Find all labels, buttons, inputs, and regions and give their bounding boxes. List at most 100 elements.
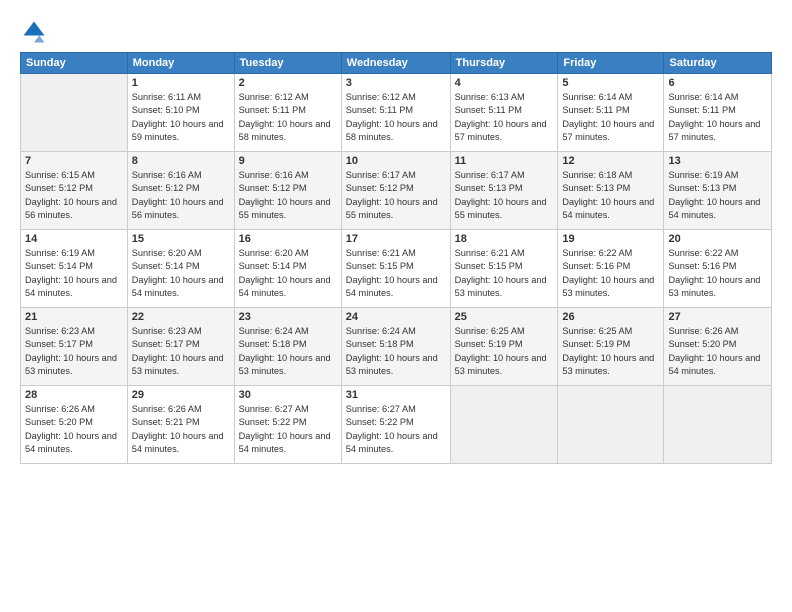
day-info: Sunrise: 6:23 AMSunset: 5:17 PMDaylight:… (132, 325, 230, 378)
calendar-cell: 20 Sunrise: 6:22 AMSunset: 5:16 PMDayligh… (664, 230, 772, 308)
day-info: Sunrise: 6:11 AMSunset: 5:10 PMDaylight:… (132, 91, 230, 144)
calendar-cell: 16 Sunrise: 6:20 AMSunset: 5:14 PMDayligh… (234, 230, 341, 308)
day-number: 14 (25, 233, 123, 245)
day-info: Sunrise: 6:24 AMSunset: 5:18 PMDaylight:… (239, 325, 337, 378)
day-info: Sunrise: 6:23 AMSunset: 5:17 PMDaylight:… (25, 325, 123, 378)
day-info: Sunrise: 6:27 AMSunset: 5:22 PMDaylight:… (239, 403, 337, 456)
logo (20, 18, 52, 46)
calendar-page: SundayMondayTuesdayWednesdayThursdayFrid… (0, 0, 792, 612)
calendar-cell: 30 Sunrise: 6:27 AMSunset: 5:22 PMDayligh… (234, 386, 341, 464)
header (20, 18, 772, 46)
day-info: Sunrise: 6:20 AMSunset: 5:14 PMDaylight:… (132, 247, 230, 300)
day-info: Sunrise: 6:14 AMSunset: 5:11 PMDaylight:… (668, 91, 767, 144)
day-info: Sunrise: 6:19 AMSunset: 5:13 PMDaylight:… (668, 169, 767, 222)
day-number: 7 (25, 155, 123, 167)
calendar-cell: 3 Sunrise: 6:12 AMSunset: 5:11 PMDaylight… (341, 74, 450, 152)
day-number: 8 (132, 155, 230, 167)
day-info: Sunrise: 6:20 AMSunset: 5:14 PMDaylight:… (239, 247, 337, 300)
calendar-cell: 21Sunrise: 6:23 AMSunset: 5:17 PMDayligh… (21, 308, 128, 386)
day-number: 27 (668, 311, 767, 323)
calendar-cell: 5 Sunrise: 6:14 AMSunset: 5:11 PMDaylight… (558, 74, 664, 152)
calendar-cell: 25Sunrise: 6:25 AMSunset: 5:19 PMDayligh… (450, 308, 558, 386)
calendar-cell (558, 386, 664, 464)
calendar-cell: 29 Sunrise: 6:26 AMSunset: 5:21 PMDayligh… (127, 386, 234, 464)
day-header-tuesday: Tuesday (234, 53, 341, 74)
week-row-1: 1 Sunrise: 6:11 AMSunset: 5:10 PMDaylight… (21, 74, 772, 152)
day-info: Sunrise: 6:17 AMSunset: 5:12 PMDaylight:… (346, 169, 446, 222)
calendar-cell: 26 Sunrise: 6:25 AMSunset: 5:19 PMDayligh… (558, 308, 664, 386)
calendar-cell: 9Sunrise: 6:16 AMSunset: 5:12 PMDaylight… (234, 152, 341, 230)
day-number: 18 (455, 233, 554, 245)
day-number: 9 (239, 155, 337, 167)
calendar-cell: 23 Sunrise: 6:24 AMSunset: 5:18 PMDayligh… (234, 308, 341, 386)
calendar-cell: 6 Sunrise: 6:14 AMSunset: 5:11 PMDaylight… (664, 74, 772, 152)
day-number: 16 (239, 233, 337, 245)
calendar-cell: 1 Sunrise: 6:11 AMSunset: 5:10 PMDaylight… (127, 74, 234, 152)
calendar-cell: 19 Sunrise: 6:22 AMSunset: 5:16 PMDayligh… (558, 230, 664, 308)
day-number: 3 (346, 77, 446, 89)
day-number: 10 (346, 155, 446, 167)
calendar-cell: 31Sunrise: 6:27 AMSunset: 5:22 PMDayligh… (341, 386, 450, 464)
day-info: Sunrise: 6:27 AMSunset: 5:22 PMDaylight:… (346, 403, 446, 456)
day-number: 29 (132, 389, 230, 401)
day-number: 19 (562, 233, 659, 245)
week-row-5: 28 Sunrise: 6:26 AMSunset: 5:20 PMDayligh… (21, 386, 772, 464)
calendar-cell (664, 386, 772, 464)
day-info: Sunrise: 6:12 AMSunset: 5:11 PMDaylight:… (346, 91, 446, 144)
calendar-cell: 27Sunrise: 6:26 AMSunset: 5:20 PMDayligh… (664, 308, 772, 386)
day-number: 23 (239, 311, 337, 323)
calendar-cell: 12Sunrise: 6:18 AMSunset: 5:13 PMDayligh… (558, 152, 664, 230)
day-number: 2 (239, 77, 337, 89)
calendar-cell: 14 Sunrise: 6:19 AMSunset: 5:14 PMDayligh… (21, 230, 128, 308)
day-number: 5 (562, 77, 659, 89)
calendar-cell: 28 Sunrise: 6:26 AMSunset: 5:20 PMDayligh… (21, 386, 128, 464)
day-info: Sunrise: 6:26 AMSunset: 5:21 PMDaylight:… (132, 403, 230, 456)
day-info: Sunrise: 6:24 AMSunset: 5:18 PMDaylight:… (346, 325, 446, 378)
day-header-thursday: Thursday (450, 53, 558, 74)
calendar-table: SundayMondayTuesdayWednesdayThursdayFrid… (20, 52, 772, 464)
day-info: Sunrise: 6:25 AMSunset: 5:19 PMDaylight:… (562, 325, 659, 378)
day-number: 1 (132, 77, 230, 89)
day-number: 13 (668, 155, 767, 167)
calendar-cell: 24 Sunrise: 6:24 AMSunset: 5:18 PMDayligh… (341, 308, 450, 386)
day-info: Sunrise: 6:22 AMSunset: 5:16 PMDaylight:… (668, 247, 767, 300)
day-number: 26 (562, 311, 659, 323)
calendar-cell: 8 Sunrise: 6:16 AMSunset: 5:12 PMDaylight… (127, 152, 234, 230)
calendar-cell: 11 Sunrise: 6:17 AMSunset: 5:13 PMDayligh… (450, 152, 558, 230)
week-row-2: 7 Sunrise: 6:15 AMSunset: 5:12 PMDaylight… (21, 152, 772, 230)
day-info: Sunrise: 6:26 AMSunset: 5:20 PMDaylight:… (25, 403, 123, 456)
calendar-cell: 2 Sunrise: 6:12 AMSunset: 5:11 PMDaylight… (234, 74, 341, 152)
calendar-cell: 10 Sunrise: 6:17 AMSunset: 5:12 PMDayligh… (341, 152, 450, 230)
day-info: Sunrise: 6:22 AMSunset: 5:16 PMDaylight:… (562, 247, 659, 300)
calendar-cell (450, 386, 558, 464)
day-info: Sunrise: 6:15 AMSunset: 5:12 PMDaylight:… (25, 169, 123, 222)
day-info: Sunrise: 6:21 AMSunset: 5:15 PMDaylight:… (346, 247, 446, 300)
day-number: 15 (132, 233, 230, 245)
day-number: 11 (455, 155, 554, 167)
calendar-cell: 7 Sunrise: 6:15 AMSunset: 5:12 PMDaylight… (21, 152, 128, 230)
day-number: 30 (239, 389, 337, 401)
day-info: Sunrise: 6:14 AMSunset: 5:11 PMDaylight:… (562, 91, 659, 144)
day-number: 4 (455, 77, 554, 89)
day-header-sunday: Sunday (21, 53, 128, 74)
day-info: Sunrise: 6:13 AMSunset: 5:11 PMDaylight:… (455, 91, 554, 144)
calendar-cell: 15 Sunrise: 6:20 AMSunset: 5:14 PMDayligh… (127, 230, 234, 308)
calendar-cell: 22 Sunrise: 6:23 AMSunset: 5:17 PMDayligh… (127, 308, 234, 386)
day-header-wednesday: Wednesday (341, 53, 450, 74)
day-number: 6 (668, 77, 767, 89)
day-info: Sunrise: 6:21 AMSunset: 5:15 PMDaylight:… (455, 247, 554, 300)
day-number: 22 (132, 311, 230, 323)
day-info: Sunrise: 6:17 AMSunset: 5:13 PMDaylight:… (455, 169, 554, 222)
logo-icon (20, 18, 48, 46)
day-number: 24 (346, 311, 446, 323)
day-info: Sunrise: 6:12 AMSunset: 5:11 PMDaylight:… (239, 91, 337, 144)
day-number: 20 (668, 233, 767, 245)
week-row-3: 14 Sunrise: 6:19 AMSunset: 5:14 PMDayligh… (21, 230, 772, 308)
calendar-cell (21, 74, 128, 152)
calendar-cell: 17 Sunrise: 6:21 AMSunset: 5:15 PMDayligh… (341, 230, 450, 308)
day-info: Sunrise: 6:19 AMSunset: 5:14 PMDaylight:… (25, 247, 123, 300)
day-number: 28 (25, 389, 123, 401)
day-number: 25 (455, 311, 554, 323)
day-number: 17 (346, 233, 446, 245)
day-info: Sunrise: 6:16 AMSunset: 5:12 PMDaylight:… (132, 169, 230, 222)
